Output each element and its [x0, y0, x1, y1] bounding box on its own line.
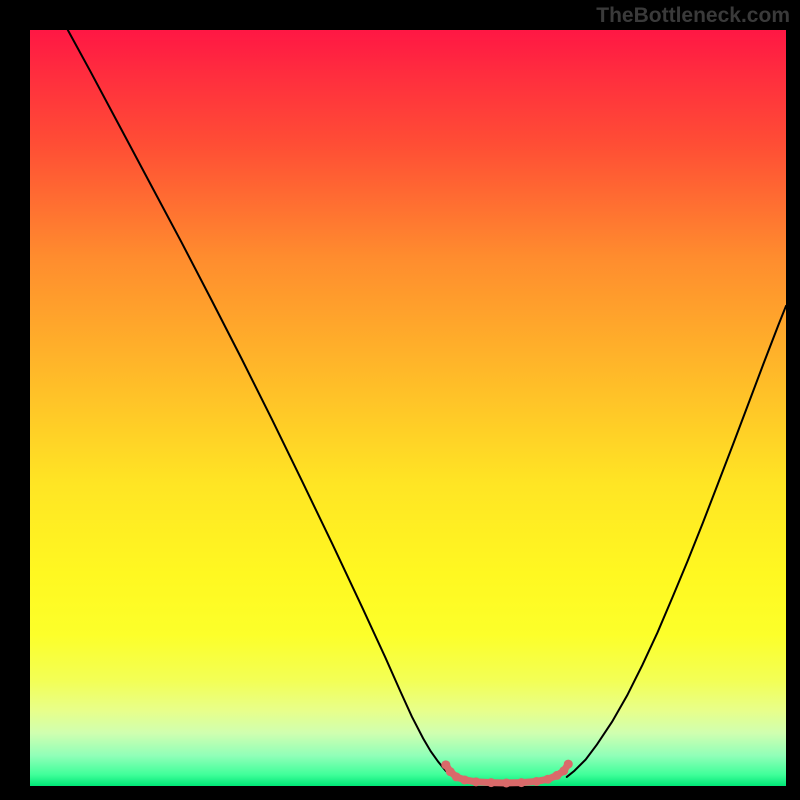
- watermark-label: TheBottleneck.com: [596, 4, 790, 28]
- plot-background: [30, 30, 786, 786]
- optimal-range-dot: [502, 778, 511, 787]
- chart-container: TheBottleneck.com: [0, 0, 800, 800]
- optimal-range-dot: [460, 775, 469, 784]
- optimal-range-dot: [472, 777, 481, 786]
- optimal-range-dot: [487, 778, 496, 787]
- optimal-range-dot: [452, 772, 461, 781]
- bottleneck-chart: [0, 0, 800, 800]
- optimal-range-dot: [517, 778, 526, 787]
- optimal-range-dot: [564, 760, 573, 769]
- optimal-range-dot: [532, 777, 541, 786]
- optimal-range-dot: [543, 775, 552, 784]
